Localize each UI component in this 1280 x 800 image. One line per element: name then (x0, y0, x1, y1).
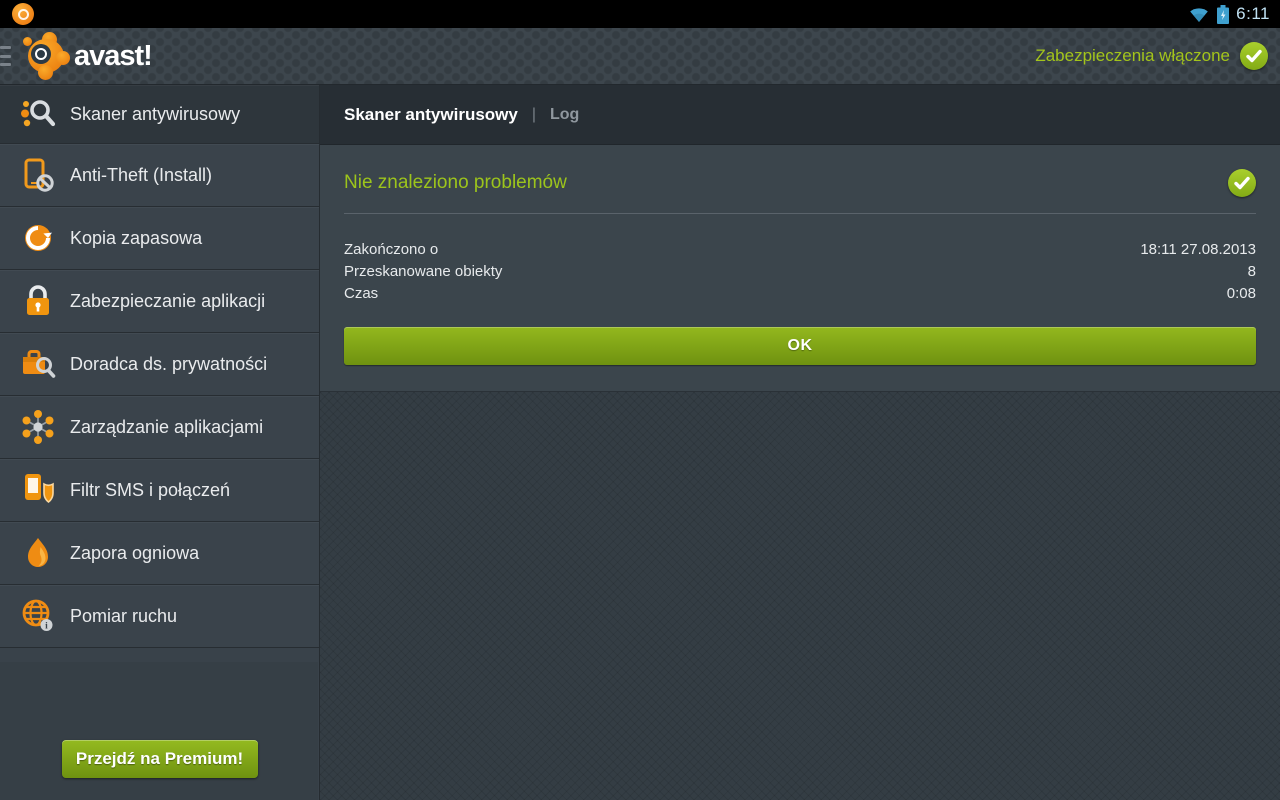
network-meter-icon: i (20, 598, 56, 634)
antivirus-scanner-icon (20, 96, 56, 132)
scan-result-card: Nie znaleziono problemów Zakończono o 18… (320, 145, 1280, 392)
scan-stats: Zakończono o 18:11 27.08.2013 Przeskanow… (344, 238, 1256, 304)
backup-icon (20, 220, 56, 256)
scan-result-text: Nie znaleziono problemów (344, 172, 567, 194)
sidebar-item-label: Anti-Theft (Install) (70, 165, 212, 186)
sidebar-item-label: Skaner antywirusowy (70, 104, 240, 125)
main-content: Skaner antywirusowy | Log Nie znaleziono… (320, 85, 1280, 800)
avast-logo-wordmark: avast! (74, 40, 152, 73)
check-badge-icon (1240, 42, 1268, 70)
sidebar-item-label: Zarządzanie aplikacjami (70, 417, 263, 438)
anti-theft-icon (20, 157, 56, 193)
sidebar-item-anti-theft[interactable]: Anti-Theft (Install) (0, 144, 319, 207)
sidebar-item-label: Doradca ds. prywatności (70, 354, 267, 375)
sidebar-item-label: Filtr SMS i połączeń (70, 480, 230, 501)
avast-mobile-security-screen: 6:11 avast! Zabezpieczenia włączone (0, 0, 1280, 800)
status-bar-clock: 6:11 (1236, 4, 1270, 24)
sidebar-item-app-locking[interactable]: Zabezpieczanie aplikacji (0, 270, 319, 333)
ok-button[interactable]: OK (344, 327, 1256, 365)
sidebar-item-label: Zabezpieczanie aplikacji (70, 291, 265, 312)
scan-result-check-icon (1228, 169, 1256, 197)
protection-status-text: Zabezpieczenia włączone (1035, 46, 1230, 66)
app-management-icon (20, 409, 56, 445)
app-locking-icon (20, 283, 56, 319)
breadcrumb-title: Skaner antywirusowy (344, 105, 518, 125)
stat-label: Czas (344, 285, 378, 302)
stat-value: 18:11 27.08.2013 (1140, 241, 1256, 258)
drawer-handle-icon[interactable] (0, 43, 12, 69)
sidebar-menu: Skaner antywirusowy Anti-Theft (Install)… (0, 85, 320, 800)
avast-notification-icon (12, 3, 34, 25)
go-premium-button[interactable]: Przejdź na Premium! (62, 740, 258, 778)
svg-text:i: i (45, 622, 48, 632)
sidebar-item-privacy-advisor[interactable]: Doradca ds. prywatności (0, 333, 319, 396)
sidebar-item-label: Pomiar ruchu (70, 606, 177, 627)
sidebar-item-backup[interactable]: Kopia zapasowa (0, 207, 319, 270)
protection-status: Zabezpieczenia włączone (1035, 42, 1280, 70)
sidebar-item-network-meter[interactable]: i Pomiar ruchu (0, 585, 319, 648)
stat-value: 8 (1248, 263, 1256, 280)
stat-row-scanned-objects: Przeskanowane obiekty 8 (344, 260, 1256, 282)
wifi-icon (1188, 5, 1210, 23)
sidebar-item-label: Kopia zapasowa (70, 228, 202, 249)
card-divider (344, 213, 1256, 214)
sms-call-filter-icon (20, 472, 56, 508)
avast-logo: avast! (20, 31, 152, 81)
firewall-icon (20, 535, 56, 571)
battery-charging-icon (1217, 5, 1229, 24)
breadcrumb-separator: | (532, 106, 536, 124)
stat-label: Przeskanowane obiekty (344, 263, 502, 280)
stat-value: 0:08 (1227, 285, 1256, 302)
sidebar-item-app-management[interactable]: Zarządzanie aplikacjami (0, 396, 319, 459)
sidebar-item-antivirus-scanner[interactable]: Skaner antywirusowy (0, 85, 319, 144)
stat-label: Zakończono o (344, 241, 438, 258)
sidebar-filler (0, 662, 318, 800)
sidebar-item-label: Zapora ogniowa (70, 543, 199, 564)
sidebar-item-sms-call-filter[interactable]: Filtr SMS i połączeń (0, 459, 319, 522)
stat-row-duration: Czas 0:08 (344, 282, 1256, 304)
sidebar-item-firewall[interactable]: Zapora ogniowa (0, 522, 319, 585)
privacy-advisor-icon (20, 346, 56, 382)
content-header: Skaner antywirusowy | Log (320, 85, 1280, 145)
app-header: avast! Zabezpieczenia włączone (0, 28, 1280, 85)
avast-logo-icon (20, 31, 72, 81)
breadcrumb-section-log[interactable]: Log (550, 106, 579, 124)
stat-row-finished: Zakończono o 18:11 27.08.2013 (344, 238, 1256, 260)
android-status-bar: 6:11 (0, 0, 1280, 28)
